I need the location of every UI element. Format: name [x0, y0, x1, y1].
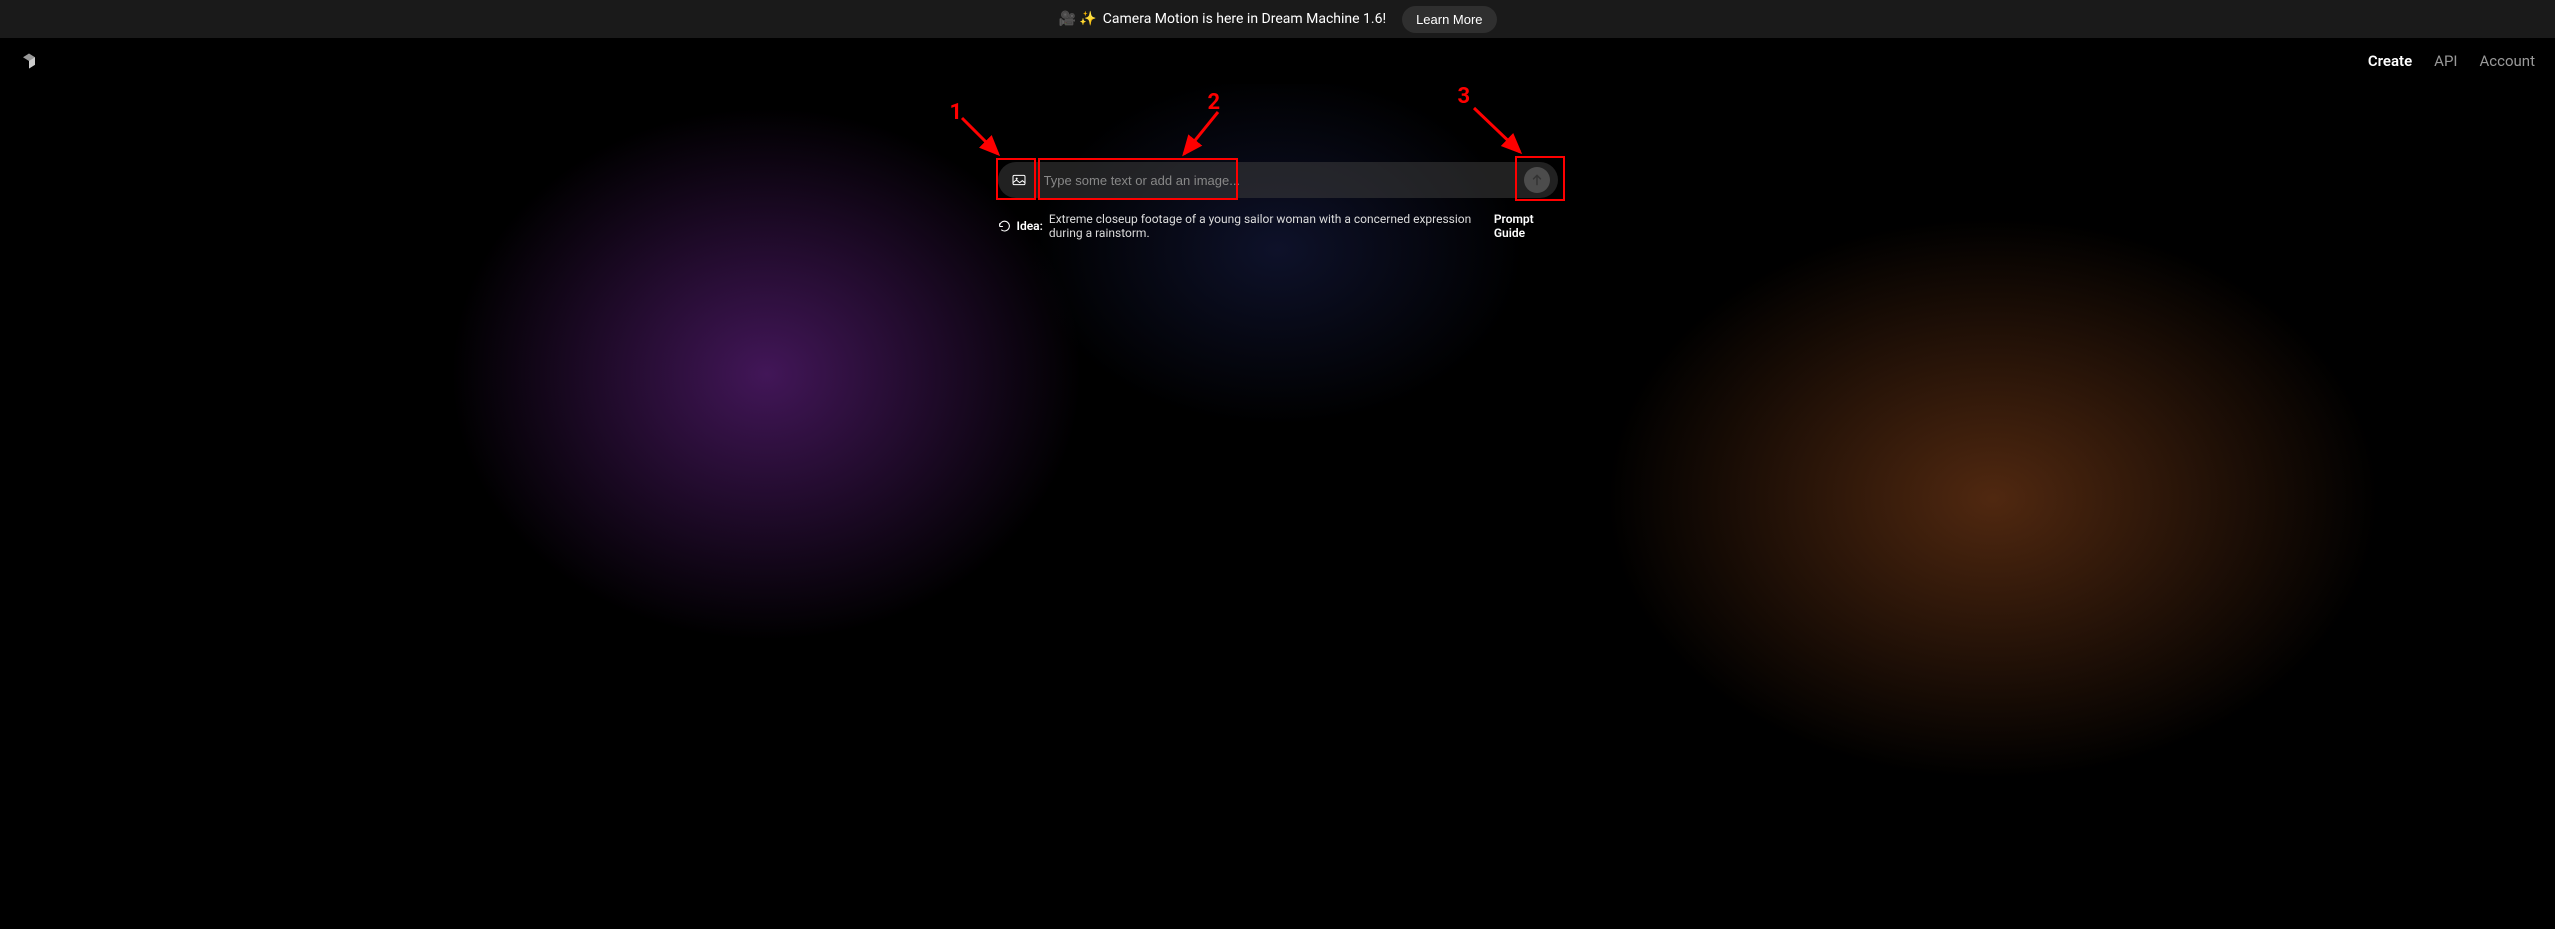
prompt-guide-link[interactable]: Prompt Guide [1494, 212, 1558, 240]
content-area: 1 2 3 [0, 84, 2555, 913]
nav-api[interactable]: API [2434, 52, 2457, 70]
submit-button[interactable] [1524, 167, 1550, 193]
idea-text[interactable]: Extreme closeup footage of a young sailo… [1049, 212, 1494, 240]
refresh-idea-button[interactable] [998, 220, 1011, 233]
annotation-label-2: 2 [1208, 90, 1221, 115]
annotation-arrow-1 [960, 114, 1010, 164]
app-logo-icon[interactable] [20, 52, 38, 70]
announcement-message: Camera Motion is here in Dream Machine 1… [1103, 11, 1386, 27]
nav-links: Create API Account [2368, 52, 2535, 70]
announcement-emoji: 🎥 ✨ [1058, 11, 1096, 27]
refresh-icon [998, 220, 1011, 233]
idea-label: Idea: [1017, 219, 1043, 233]
announcement-text: 🎥 ✨ Camera Motion is here in Dream Machi… [1058, 11, 1386, 27]
learn-more-button[interactable]: Learn More [1402, 6, 1496, 33]
announcement-bar: 🎥 ✨ Camera Motion is here in Dream Machi… [0, 0, 2555, 38]
annotation-arrow-2 [1178, 108, 1228, 162]
annotation-label-1: 1 [950, 100, 963, 125]
prompt-input[interactable] [1034, 162, 1524, 198]
nav-account[interactable]: Account [2479, 52, 2535, 70]
main-header: Create API Account [0, 38, 2555, 84]
image-icon [1011, 172, 1027, 188]
arrow-up-icon [1530, 173, 1544, 187]
annotation-label-3: 3 [1458, 84, 1471, 109]
idea-left: Idea: Extreme closeup footage of a young… [998, 212, 1494, 240]
add-image-button[interactable] [1004, 165, 1034, 195]
prompt-area: 1 2 3 [0, 84, 2555, 240]
idea-row: Idea: Extreme closeup footage of a young… [998, 212, 1558, 240]
nav-create[interactable]: Create [2368, 52, 2412, 70]
annotation-arrow-3 [1470, 104, 1530, 160]
prompt-bar [998, 162, 1558, 198]
